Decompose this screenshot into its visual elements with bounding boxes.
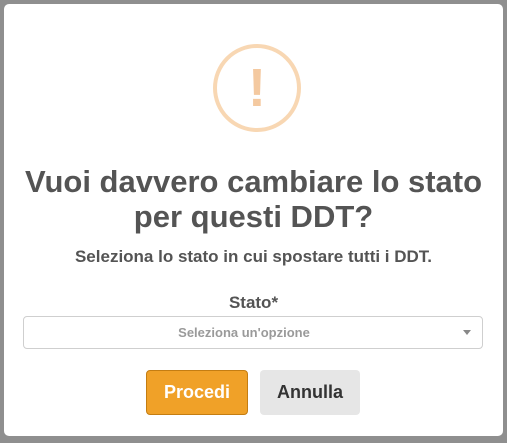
warning-icon: ! xyxy=(213,44,301,132)
status-field-label: Stato* xyxy=(228,293,279,312)
dialog-subtitle: Seleziona lo stato in cui spostare tutti… xyxy=(74,247,433,266)
status-select[interactable]: Seleziona un'opzione xyxy=(23,316,483,349)
cancel-button[interactable]: Annulla xyxy=(260,370,360,415)
dialog-title: Vuoi davvero cambiare lo stato per quest… xyxy=(24,164,483,234)
exclamation-icon: ! xyxy=(248,58,266,118)
proceed-button[interactable]: Procedi xyxy=(146,370,248,415)
chevron-down-icon xyxy=(463,330,471,335)
confirm-dialog: ! Vuoi davvero cambiare lo stato per que… xyxy=(4,4,503,436)
status-select-value: Seleziona un'opzione xyxy=(178,325,310,340)
